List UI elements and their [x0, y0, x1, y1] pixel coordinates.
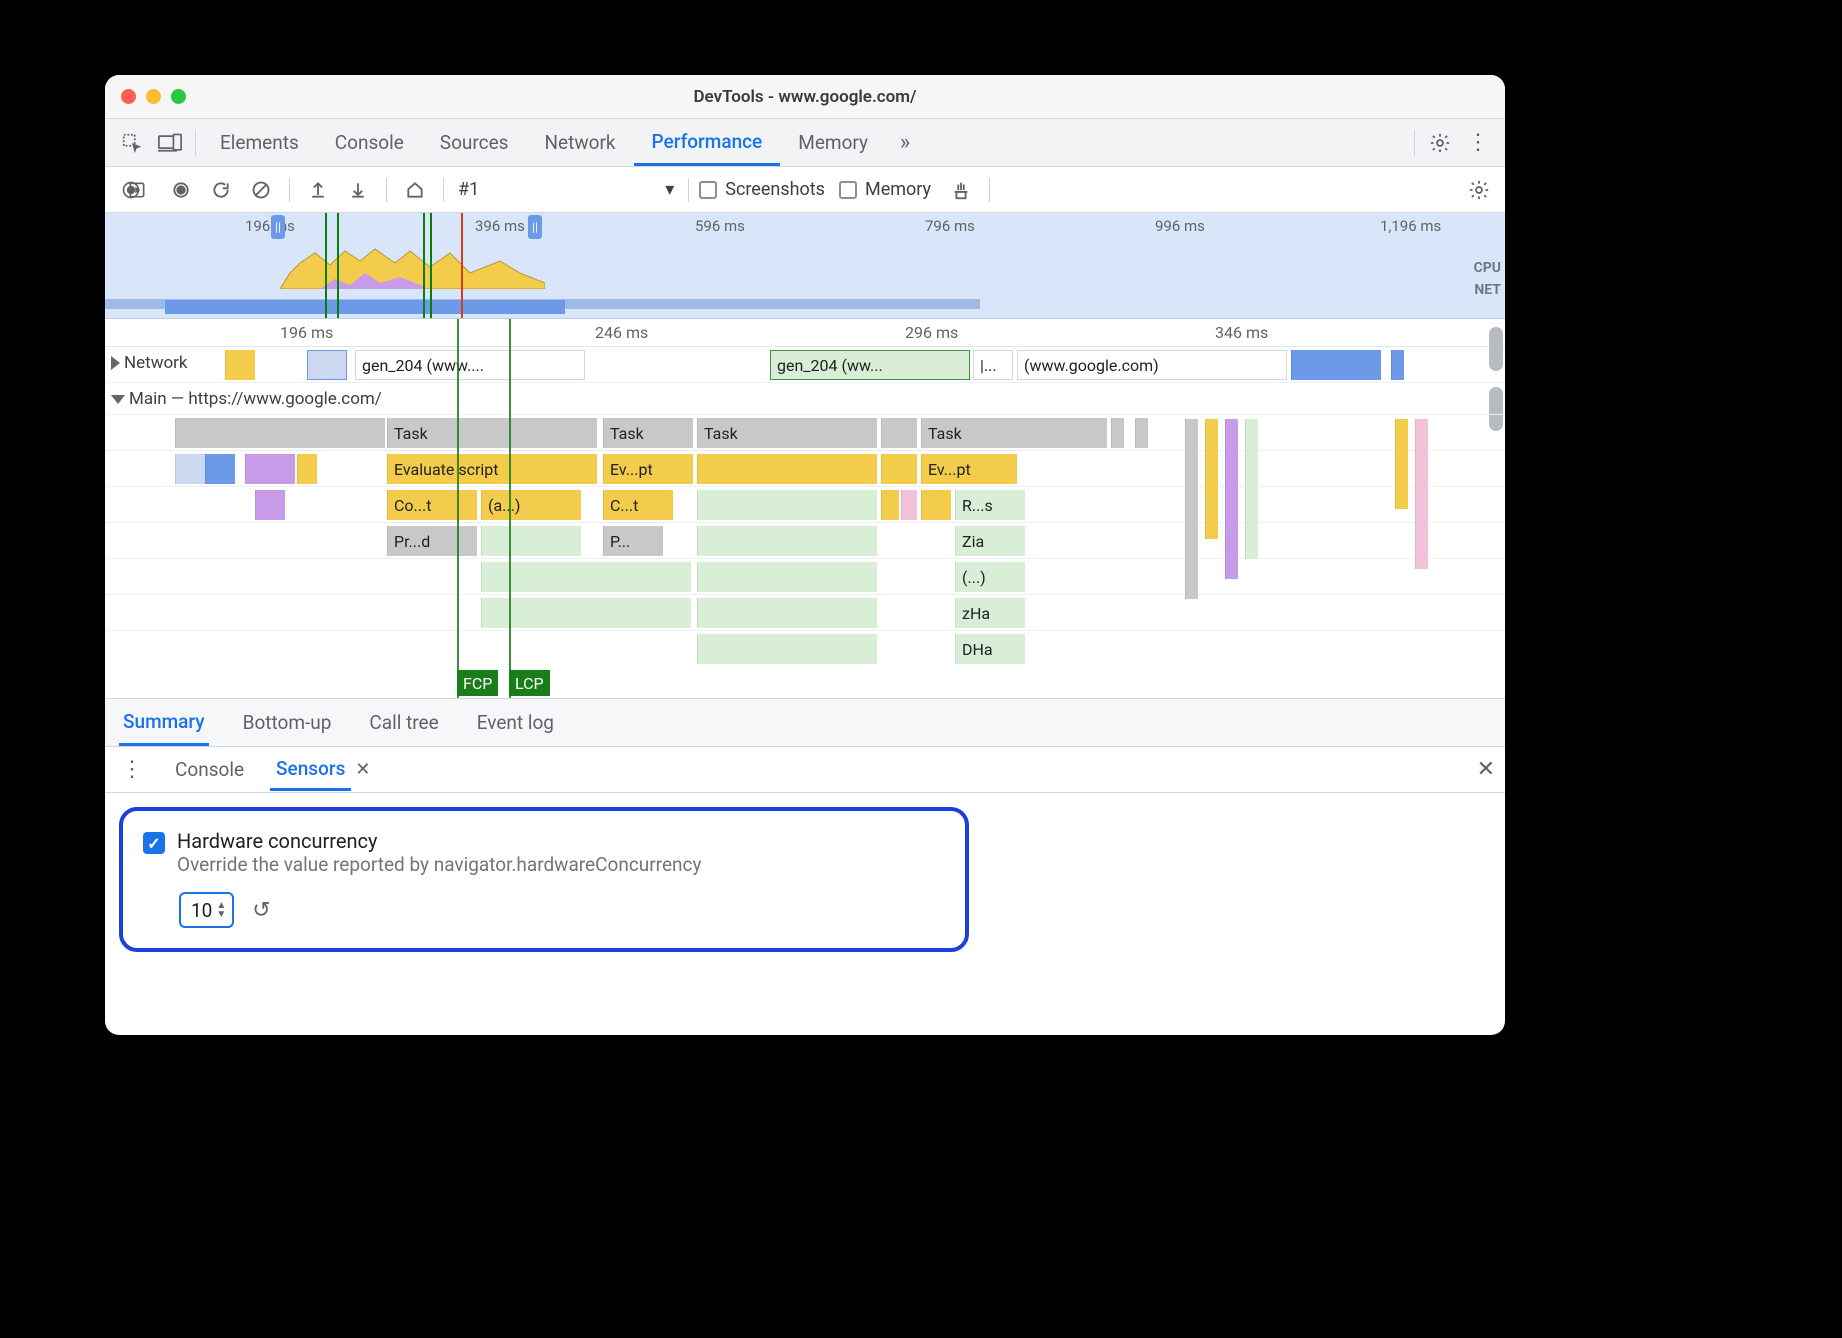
start-profiling-button-icon[interactable] [119, 172, 155, 208]
flame-row[interactable]: zHa [105, 595, 1505, 631]
window-titlebar: DevTools - www.google.com/ [105, 75, 1505, 119]
flame-row[interactable]: Pr...d P... Zia [105, 523, 1505, 559]
download-icon[interactable] [340, 172, 376, 208]
memory-label: Memory [865, 179, 931, 200]
subtab-summary[interactable]: Summary [119, 700, 209, 746]
close-window-button[interactable] [121, 89, 136, 104]
sensors-panel: ✓ Hardware concurrency Override the valu… [105, 793, 1505, 966]
recording-selector[interactable]: #1 ▾ [454, 177, 678, 202]
overview-tick: 196 ms [245, 217, 295, 235]
overview-tick: 596 ms [695, 217, 745, 235]
devtools-window: DevTools - www.google.com/ Elements Cons… [105, 75, 1505, 1035]
recording-selector-label: #1 [458, 179, 479, 200]
more-tabs-icon[interactable]: » [886, 124, 924, 162]
settings-gear-icon[interactable] [1421, 124, 1459, 162]
drawer-kebab-icon[interactable]: ⋮ [115, 757, 149, 782]
network-request[interactable]: (www.google.com) [1017, 350, 1287, 380]
performance-toolbar: #1 ▾ Screenshots Memory [105, 167, 1505, 213]
network-track-label: Network [124, 353, 188, 373]
overview-tick: 1,196 ms [1380, 217, 1441, 235]
checkbox-icon [839, 181, 857, 199]
overview-net-bar [165, 300, 565, 314]
drawer-tab-console[interactable]: Console [169, 750, 250, 789]
hardware-concurrency-value: 10 [191, 899, 212, 922]
hardware-concurrency-input[interactable]: 10 ▲▼ [179, 892, 234, 928]
network-track[interactable]: Network gen_204 (www.... gen_204 (ww... … [105, 347, 1505, 383]
network-request[interactable]: gen_204 (ww... [770, 350, 970, 380]
close-drawer-icon[interactable]: ✕ [1477, 757, 1495, 782]
tab-console[interactable]: Console [317, 121, 422, 164]
clear-icon[interactable] [243, 172, 279, 208]
minimize-window-button[interactable] [146, 89, 161, 104]
overview-window-left-handle[interactable]: || [271, 215, 285, 239]
memory-checkbox[interactable]: Memory [839, 179, 931, 200]
checkbox-icon [699, 181, 717, 199]
zoom-window-button[interactable] [171, 89, 186, 104]
timeline-overview[interactable]: 196 ms 396 ms 596 ms 796 ms 996 ms 1,196… [105, 213, 1505, 319]
tab-elements[interactable]: Elements [202, 121, 317, 164]
overview-window-right-handle[interactable]: || [528, 215, 542, 239]
flame-row[interactable]: Task Task Task Task [105, 415, 1505, 451]
subtab-bottom-up[interactable]: Bottom-up [239, 701, 336, 744]
collect-garbage-icon[interactable] [943, 172, 979, 208]
tab-performance[interactable]: Performance [634, 120, 781, 166]
flamechart[interactable]: 196 ms 246 ms 296 ms 346 ms Network gen_… [105, 319, 1505, 699]
upload-icon[interactable] [300, 172, 336, 208]
subtab-event-log[interactable]: Event log [473, 701, 558, 744]
hardware-concurrency-checkbox[interactable]: ✓ [143, 832, 165, 854]
record-circle-icon[interactable] [163, 172, 199, 208]
close-tab-icon[interactable]: ✕ [355, 759, 370, 780]
dropdown-caret-icon: ▾ [665, 179, 674, 200]
devtools-tabs: Elements Console Sources Network Perform… [105, 119, 1505, 167]
network-request[interactable]: gen_204 (www.... [355, 350, 585, 380]
drawer-tabs: ⋮ Console Sensors ✕ ✕ [105, 747, 1505, 793]
subtab-call-tree[interactable]: Call tree [365, 701, 442, 744]
overview-tick: 996 ms [1155, 217, 1205, 235]
expand-icon[interactable] [111, 356, 120, 370]
kebab-menu-icon[interactable]: ⋮ [1459, 124, 1497, 162]
tab-memory[interactable]: Memory [780, 121, 886, 164]
hardware-concurrency-description: Override the value reported by navigator… [177, 853, 701, 876]
network-request[interactable]: |... [973, 350, 1013, 380]
hardware-concurrency-title: Hardware concurrency [177, 829, 701, 853]
number-stepper-icon[interactable]: ▲▼ [216, 901, 226, 919]
screenshots-label: Screenshots [725, 179, 825, 200]
overview-cpu-chart [280, 243, 545, 289]
flame-row[interactable]: Evaluate script Ev...pt Ev...pt [105, 451, 1505, 487]
inspect-element-icon[interactable] [113, 124, 151, 162]
home-icon[interactable] [397, 172, 433, 208]
overview-tick: 796 ms [925, 217, 975, 235]
overview-tick: 396 ms [475, 217, 525, 235]
performance-subtabs: Summary Bottom-up Call tree Event log [105, 699, 1505, 747]
device-toolbar-icon[interactable] [151, 124, 189, 162]
tab-network[interactable]: Network [526, 121, 633, 164]
fcp-marker[interactable]: FCP [457, 670, 498, 696]
reload-icon[interactable] [203, 172, 239, 208]
drawer-tab-sensors[interactable]: Sensors [270, 749, 351, 791]
hardware-concurrency-section: ✓ Hardware concurrency Override the valu… [119, 807, 969, 952]
lcp-marker[interactable]: LCP [509, 670, 550, 696]
flame-row[interactable]: Co...t (a...) C...t R...s [105, 487, 1505, 523]
window-title: DevTools - www.google.com/ [105, 87, 1505, 107]
screenshots-checkbox[interactable]: Screenshots [699, 179, 825, 200]
flamechart-ruler: 196 ms 246 ms 296 ms 346 ms [105, 319, 1505, 347]
collapse-icon[interactable] [111, 395, 125, 404]
reset-icon[interactable]: ↺ [252, 898, 270, 923]
overview-side-labels: CPU NET [1474, 257, 1501, 301]
tab-sources[interactable]: Sources [422, 121, 527, 164]
main-track-header[interactable]: Main — https://www.google.com/ [105, 383, 1505, 415]
traffic-lights [121, 89, 186, 104]
capture-settings-gear-icon[interactable] [1461, 172, 1497, 208]
flame-row[interactable]: DHa [105, 631, 1505, 667]
main-track-label: Main — https://www.google.com/ [129, 389, 382, 409]
flame-row[interactable]: (...) [105, 559, 1505, 595]
